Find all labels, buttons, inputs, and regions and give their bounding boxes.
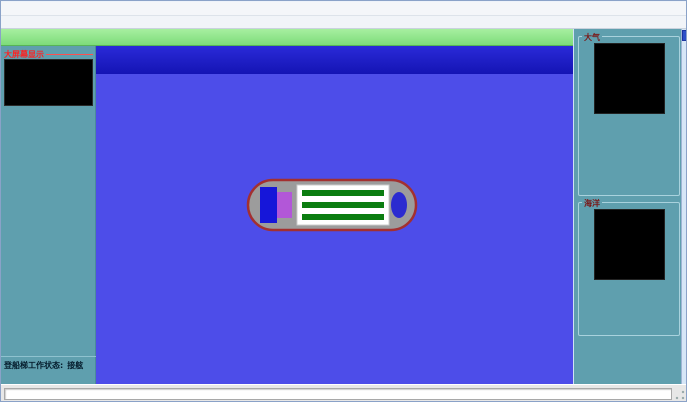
status-field[interactable] <box>4 388 672 400</box>
measurement-bar <box>96 46 573 74</box>
gangway-status: 登船梯工作状态: 接舷 <box>1 356 96 371</box>
status-bar <box>1 384 687 402</box>
left-sidebar: 大屏幕显示 登船梯工作状态: 接舷 <box>1 46 96 384</box>
berthing-chart <box>96 46 573 384</box>
distance-led-display <box>4 59 93 106</box>
environment-panel: 大气 海洋 <box>573 29 687 384</box>
wind-direction-gauge <box>594 43 665 114</box>
ocean-group: 海洋 <box>578 202 680 336</box>
weather-group: 大气 <box>578 36 680 196</box>
menu-bar <box>1 2 686 15</box>
ship-info-bar <box>1 29 573 46</box>
toolbar <box>1 15 686 29</box>
ship-graphic <box>246 178 418 232</box>
gangway-status-label: 登船梯工作状态: <box>4 360 63 371</box>
berthing-plot <box>96 74 573 384</box>
scrollbar-thumb[interactable] <box>682 30 687 41</box>
resize-grip[interactable] <box>674 389 686 401</box>
ship-deckhouse <box>277 192 292 218</box>
gangway-status-value: 接舷 <box>67 360 83 371</box>
ship-superstructure <box>260 187 277 223</box>
ship-bow <box>391 192 407 218</box>
current-direction-gauge <box>594 209 665 280</box>
weather-group-title: 大气 <box>582 32 602 43</box>
ocean-group-title: 海洋 <box>582 198 602 209</box>
scrollbar[interactable] <box>681 29 687 384</box>
app-window: 大屏幕显示 登船梯工作状态: 接舷 大气 <box>0 0 687 402</box>
